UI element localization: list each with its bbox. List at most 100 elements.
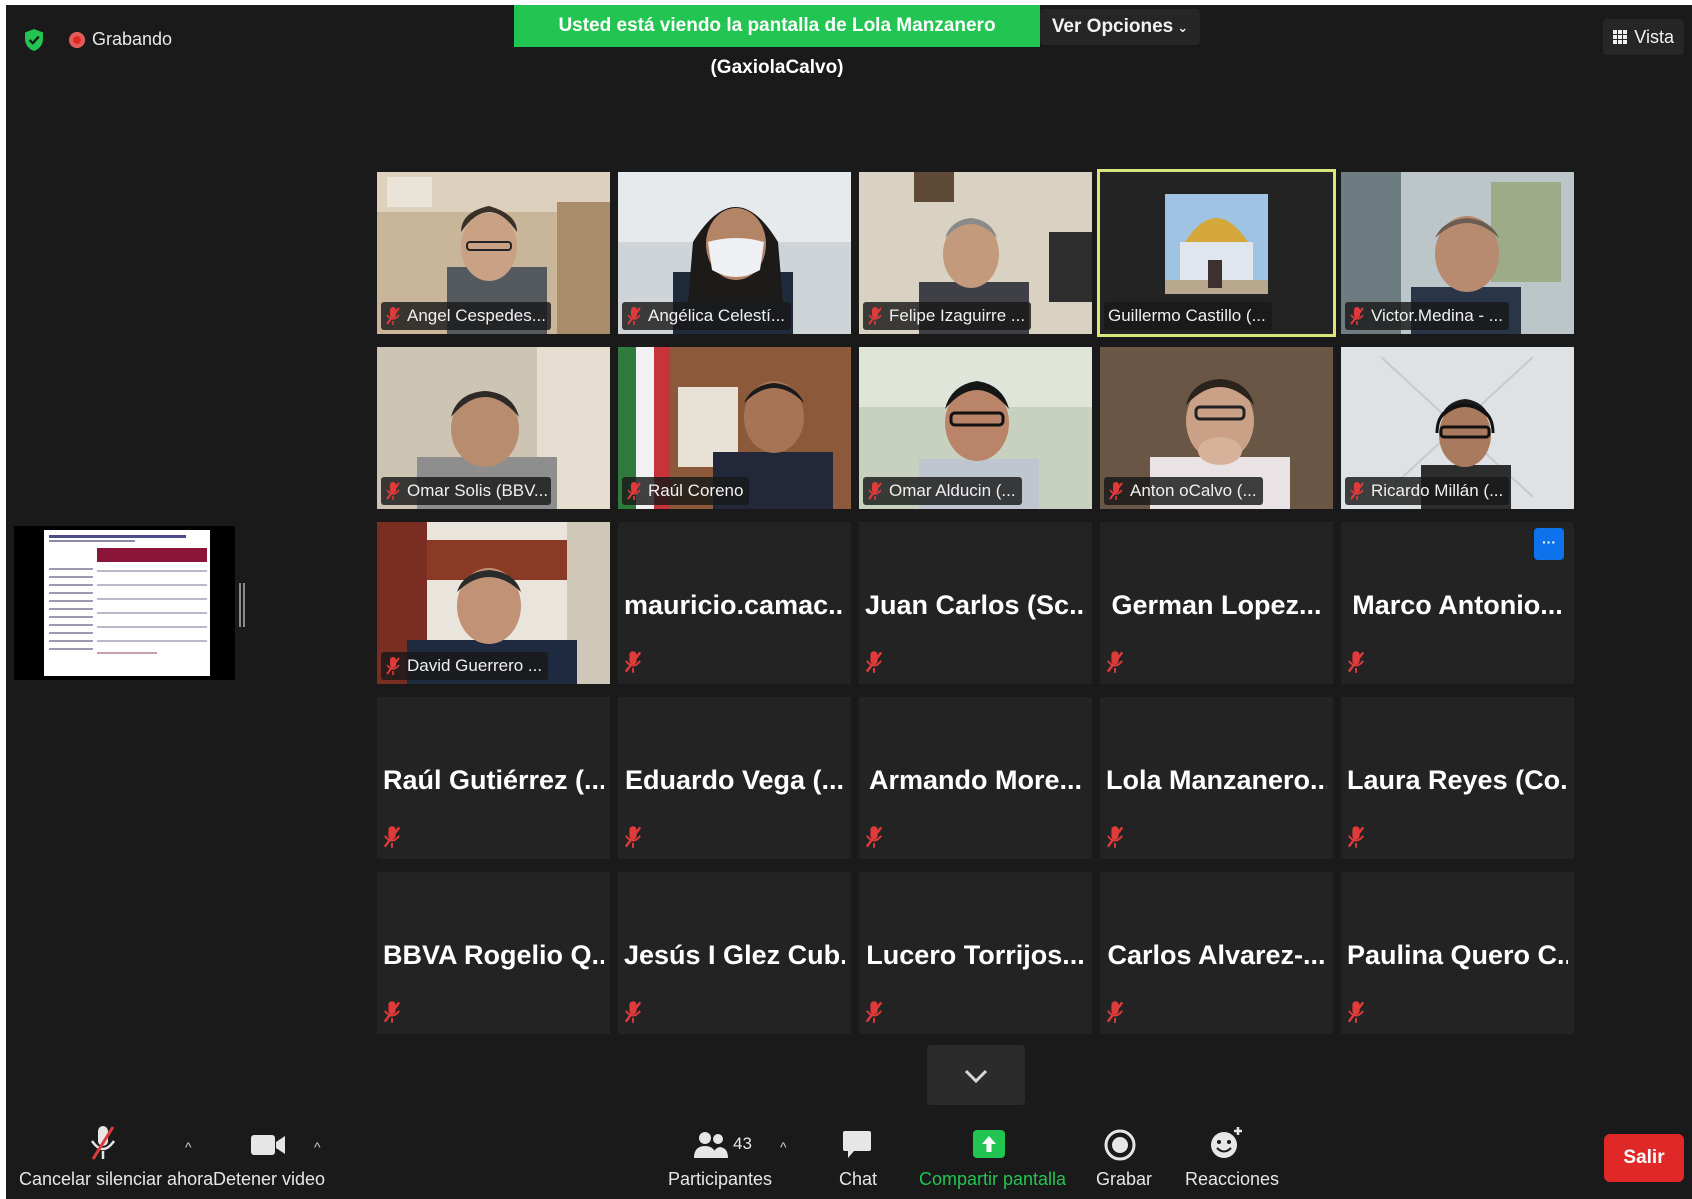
unmute-button[interactable] [88,1123,118,1168]
participant-name: Omar Solis (BBV... [407,481,549,500]
microphone-muted-icon [1109,482,1123,500]
participant-name: Raúl Coreno [648,481,744,500]
name-tile[interactable]: mauricio.camac... [618,522,851,684]
name-tile[interactable]: Lucero Torrijos... [859,872,1092,1034]
recording-label: Grabando [92,29,173,49]
microphone-muted-icon [1347,651,1365,673]
name-tile[interactable]: German Lopez... [1100,522,1333,684]
chat-button[interactable] [842,1129,872,1166]
participant-name: Omar Alducin (... [889,481,1016,500]
participant-name: Lola Manzanero... [1106,765,1327,795]
share-screen-button[interactable] [972,1128,1006,1165]
chat-icon [843,1131,871,1158]
participant-name: Guillermo Castillo (... [1108,306,1266,325]
participants-button[interactable]: 43 [693,1130,752,1165]
video-tile-active-speaker[interactable]: Guillermo Castillo (... [1097,169,1336,337]
microphone-muted-icon [624,1001,642,1023]
microphone-muted-icon [627,482,641,500]
stop-video-button[interactable] [250,1133,286,1162]
view-options-button[interactable]: Ver Opciones ⌄ [1040,9,1200,45]
shared-document-preview [44,530,210,676]
video-tile[interactable]: Omar Solis (BBV... [377,347,610,509]
reactions-icon [1211,1127,1242,1158]
microphone-muted-icon [627,307,641,325]
zoom-meeting-window: Grabando Usted está viendo la pantalla d… [6,5,1692,1199]
stop-video-label: Detener video [213,1169,326,1189]
microphone-muted-icon [1350,307,1364,325]
view-button[interactable]: Vista [1603,19,1684,55]
participant-name-tag: Felipe Izaguirre ... [863,302,1032,330]
participant-name: Lucero Torrijos... [866,940,1085,970]
shared-screen-thumbnail[interactable] [14,526,235,680]
leave-button[interactable]: Salir [1604,1134,1684,1182]
name-tile[interactable]: Carlos Alvarez-... [1100,872,1333,1034]
microphone-muted-icon [624,651,642,673]
participants-count: 43 [733,1134,752,1153]
microphone-muted-icon [386,657,400,675]
name-tile[interactable]: Juan Carlos (Sc... [859,522,1092,684]
participant-name: Armando More... [868,765,1083,795]
participant-name: Anton oCalvo (... [1130,481,1257,500]
video-tile[interactable]: Angélica Celestí... [618,172,851,334]
recording-icon [69,32,85,48]
participant-name-tag: Victor.Medina - ... [1345,302,1509,330]
record-button[interactable] [1104,1129,1136,1166]
microphone-muted-icon [386,307,400,325]
video-tile[interactable]: Angel Cespedes... [377,172,610,334]
participant-name-tag: Raúl Coreno [622,477,750,505]
microphone-muted-icon [865,651,883,673]
microphone-muted-icon [865,1001,883,1023]
chevron-down-icon [964,1069,988,1084]
more-options-button[interactable]: ··· [1534,528,1564,560]
name-tile[interactable]: Laura Reyes (Co... [1341,697,1574,859]
video-tile[interactable]: Omar Alducin (... [859,347,1092,509]
share-screen-icon [973,1130,1005,1158]
name-tile[interactable]: BBVA Rogelio Q... [377,872,610,1034]
name-tile[interactable]: Armando More... [859,697,1092,859]
video-tile[interactable]: Felipe Izaguirre ... [859,172,1092,334]
participant-name-tag: Guillermo Castillo (... [1104,302,1272,330]
next-page-button[interactable] [927,1045,1025,1105]
participant-name: Ricardo Millán (... [1371,481,1504,500]
video-tile[interactable]: Ricardo Millán (... [1341,347,1574,509]
microphone-muted-icon [90,1126,116,1160]
participants-options-caret[interactable]: ^ [780,1139,796,1155]
reactions-button[interactable] [1209,1125,1245,1166]
chevron-down-icon: ⌄ [1177,20,1189,35]
microphone-muted-icon [624,826,642,848]
participant-name: Carlos Alvarez-... [1107,940,1326,970]
microphone-muted-icon [868,482,882,500]
participant-name-tag: Anton oCalvo (... [1104,477,1263,505]
participant-name: Marco Antonio... [1352,590,1563,620]
participant-name: mauricio.camac... [624,590,845,620]
participant-name: David Guerrero ... [407,656,543,675]
video-tile[interactable]: Anton oCalvo (... [1100,347,1333,509]
participant-name: Eduardo Vega (... [624,765,845,795]
video-options-caret[interactable]: ^ [314,1139,330,1155]
microphone-muted-icon [386,482,400,500]
participant-name: Angélica Celestí... [648,306,786,325]
microphone-muted-icon [1347,826,1365,848]
video-tile[interactable]: Raúl Coreno [618,347,851,509]
name-tile[interactable]: Eduardo Vega (... [618,697,851,859]
share-screen-label: Compartir pantalla [919,1169,1067,1189]
microphone-muted-icon [1106,651,1124,673]
name-tile[interactable]: Raúl Gutiérrez (... [377,697,610,859]
split-view-handle[interactable] [239,583,245,627]
participant-name: Felipe Izaguirre ... [889,306,1026,325]
name-tile[interactable]: Lola Manzanero... [1100,697,1333,859]
participant-name-tag: Omar Alducin (... [863,477,1022,505]
video-tile[interactable]: David Guerrero ... [377,522,610,684]
participant-name: German Lopez... [1111,590,1322,620]
name-tile[interactable]: ··· Marco Antonio... [1341,522,1574,684]
name-tile[interactable]: Paulina Quero C... [1341,872,1574,1034]
view-options-label: Ver Opciones [1051,16,1174,37]
participant-name: Victor.Medina - ... [1371,306,1503,325]
video-tile[interactable]: Victor.Medina - ... [1341,172,1574,334]
name-tile[interactable]: Jesús I Glez Cub... [618,872,851,1034]
audio-options-caret[interactable]: ^ [185,1139,201,1155]
grid-icon [1613,30,1629,45]
participant-name: Paulina Quero C... [1347,940,1568,970]
shield-icon[interactable] [23,28,45,52]
participant-name-tag: David Guerrero ... [381,652,549,680]
